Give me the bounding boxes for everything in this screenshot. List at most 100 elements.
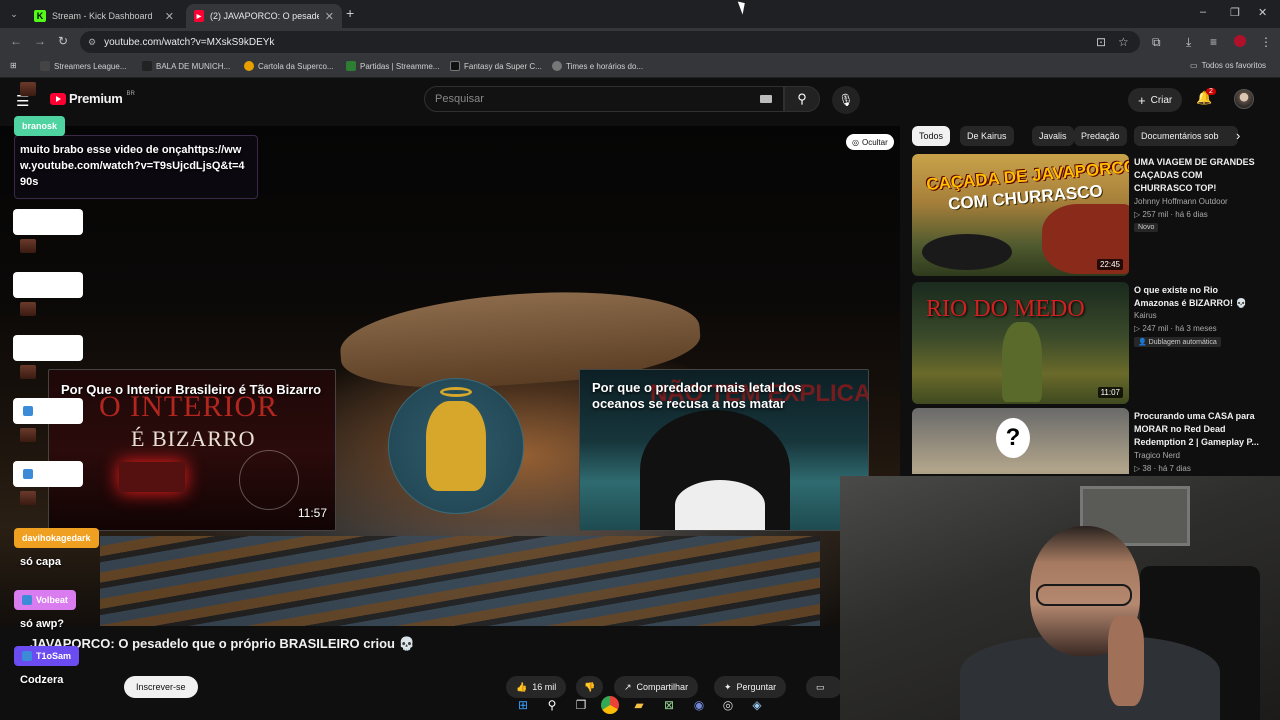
bookmark-favicon-icon — [40, 61, 50, 71]
chevron-right-icon[interactable]: › — [1236, 128, 1240, 143]
chat-blank-card — [13, 461, 83, 487]
tab-kick-dashboard[interactable]: K Stream - Kick Dashboard ✕ — [26, 4, 182, 28]
channel-name[interactable]: Kairus — [1134, 311, 1157, 320]
obs-icon[interactable]: ◎ — [719, 696, 737, 714]
kick-badge-icon — [22, 651, 32, 661]
chip-de-kairus[interactable]: De Kairus — [960, 126, 1014, 146]
all-bookmarks-folder[interactable]: ▭ Todos os favoritos — [1190, 61, 1266, 70]
task-view-icon[interactable]: ❐ — [572, 696, 590, 714]
recommendation-item[interactable]: RIO DO MEDO 11:07 O que existe no Rio Am… — [912, 282, 1262, 404]
play-count-icon: ▷ — [1134, 324, 1141, 333]
close-window-icon[interactable]: ✕ — [1258, 6, 1267, 19]
crocodile-image — [1002, 322, 1042, 402]
chip-javalis[interactable]: Javalis — [1032, 126, 1074, 146]
hide-endscreen-button[interactable]: ◎ Ocultar — [846, 134, 894, 150]
endscreen-channel-subscribe[interactable] — [388, 378, 524, 514]
bookmark-item[interactable]: Partidas | Streamme... — [346, 61, 439, 71]
upload-age: há 6 dias — [1175, 210, 1208, 219]
video-thumbnail[interactable]: ? — [912, 408, 1129, 474]
related-chips-bar: Todos De Kairus Javalis Predação Documen… — [912, 126, 1252, 146]
endcard-title: Por que o predador mais letal dos oceano… — [592, 380, 802, 411]
channel-logo-bust-image — [426, 387, 486, 491]
create-button[interactable]: + Criar — [1128, 88, 1183, 112]
notifications-badge: 2 — [1206, 88, 1216, 95]
chip-todos[interactable]: Todos — [912, 126, 951, 146]
tab-label: (2) JAVAPORCO: O pesadelo qu — [209, 11, 319, 21]
recommendation-item[interactable]: ? Procurando uma CASA para MORAR no Red … — [912, 408, 1262, 474]
view-count: 247 mil — [1142, 324, 1169, 333]
channel-name[interactable]: Johnny Hoffmann Outdoor — [1134, 197, 1228, 206]
chat-blank-card — [13, 209, 83, 235]
upload-age: há 7 dias — [1158, 464, 1191, 473]
profile-avatar-icon[interactable] — [1234, 35, 1246, 47]
chat-username-badge: branosk — [14, 116, 66, 136]
video-thumbnail[interactable]: RIO DO MEDO 11:07 — [912, 282, 1129, 404]
chrome-icon[interactable] — [601, 696, 619, 714]
video-title[interactable]: UMA VIAGEM DE GRANDES CAÇADAS COM CHURRA… — [1134, 156, 1262, 195]
thumb-text: RIO DO MEDO — [926, 296, 1085, 322]
downloads-icon[interactable]: ⤓ — [1186, 35, 1191, 50]
upload-age: há 3 meses — [1175, 324, 1217, 333]
address-bar-row: ← → ↻ ⚙ youtube.com/watch?v=MXskS9kDEYk … — [0, 28, 1280, 56]
file-explorer-icon[interactable]: ▰ — [630, 696, 648, 714]
chat-message: só capa — [20, 556, 61, 568]
steam-icon[interactable]: ◈ — [748, 696, 766, 714]
windows-start-icon[interactable]: ⊞ — [514, 696, 532, 714]
video-meta: ▷ 257 mil · há 6 dias — [1134, 210, 1208, 219]
tab-search-chevron-icon[interactable]: ⌄ — [7, 7, 21, 21]
chrome-menu-icon[interactable]: ⋮ — [1260, 35, 1272, 49]
voice-search-button[interactable]: 🎙 — [832, 86, 860, 114]
recommendation-item[interactable]: CAÇADA DE JAVAPORCO COM CHURRASCO 22:45 … — [912, 154, 1262, 276]
endscreen-video-card[interactable]: NÃO TEM EXPLICAÇÃO Por que o predador ma… — [579, 369, 869, 531]
folder-icon: ▭ — [1190, 61, 1198, 70]
streamer-webcam-overlay — [840, 476, 1280, 720]
search-input[interactable]: Pesquisar — [424, 86, 784, 112]
discord-icon[interactable]: ◉ — [690, 696, 708, 714]
bookmark-item[interactable]: BALA DE MUNICH... — [142, 61, 230, 71]
kick-badge-icon — [22, 595, 32, 605]
video-title[interactable]: O que existe no Rio Amazonas é BIZARRO! … — [1134, 284, 1262, 310]
maximize-icon[interactable]: ❐ — [1230, 6, 1240, 19]
bookmark-item[interactable]: Cartola da Superco... — [244, 61, 334, 71]
new-tab-plus-icon[interactable]: + — [346, 5, 354, 21]
minimize-icon[interactable]: – — [1200, 6, 1206, 18]
halo-icon — [440, 387, 472, 397]
chat-emote-icon — [20, 302, 36, 316]
video-title[interactable]: Procurando uma CASA para MORAR no Red De… — [1134, 410, 1262, 449]
tab-youtube-video[interactable]: ▶ (2) JAVAPORCO: O pesadelo qu ✕ — [186, 4, 342, 28]
close-tab-icon[interactable]: ✕ — [325, 10, 334, 23]
video-thumbnail[interactable]: CAÇADA DE JAVAPORCO COM CHURRASCO 22:45 — [912, 154, 1129, 276]
chat-blank-card — [13, 335, 83, 361]
media-controls-icon[interactable]: ≡ — [1210, 35, 1217, 49]
boar-image — [922, 234, 1012, 270]
bookmark-item[interactable]: Times e horários do... — [552, 61, 643, 71]
chat-message: só awp? — [20, 618, 65, 630]
extensions-icon[interactable]: ⧉ — [1152, 35, 1161, 50]
account-avatar[interactable] — [1234, 89, 1254, 109]
play-count-icon: ▷ — [1134, 464, 1141, 473]
site-info-icon[interactable]: ⚙ — [88, 37, 96, 48]
search-icon: ⚲ — [797, 91, 807, 106]
url-omnibox[interactable]: ⚙ youtube.com/watch?v=MXskS9kDEYk — [80, 31, 1140, 53]
chat-blank-card — [13, 272, 83, 298]
apps-grid-icon[interactable]: ⊞ — [10, 61, 17, 70]
bookmark-star-icon[interactable]: ☆ — [1118, 35, 1129, 49]
bookmarks-bar: ⊞ Streamers League... BALA DE MUNICH... … — [0, 56, 1280, 78]
close-tab-icon[interactable]: ✕ — [165, 10, 174, 23]
back-arrow-icon[interactable]: ← — [10, 34, 22, 48]
channel-name[interactable]: Tragico Nerd — [1134, 451, 1180, 460]
chip-documentarios[interactable]: Documentários sob — [1134, 126, 1238, 146]
orca-belly-image — [675, 480, 765, 530]
play-count-icon: ▷ — [1134, 210, 1141, 219]
reload-icon[interactable]: ↻ — [58, 34, 68, 48]
search-button[interactable]: ⚲ — [784, 86, 820, 112]
xbox-icon[interactable]: ⊠ — [660, 696, 678, 714]
bookmark-item[interactable]: Fantasy da Super C... — [450, 61, 542, 71]
search-icon[interactable]: ⚲ — [543, 696, 561, 714]
install-app-icon[interactable]: ⊡ — [1096, 35, 1106, 49]
create-label: Criar — [1150, 94, 1173, 106]
chip-predacao[interactable]: Predação — [1074, 126, 1127, 146]
bookmark-item[interactable]: Streamers League... — [40, 61, 126, 71]
forward-arrow-icon[interactable]: → — [34, 34, 46, 48]
keyboard-icon[interactable] — [760, 95, 772, 103]
